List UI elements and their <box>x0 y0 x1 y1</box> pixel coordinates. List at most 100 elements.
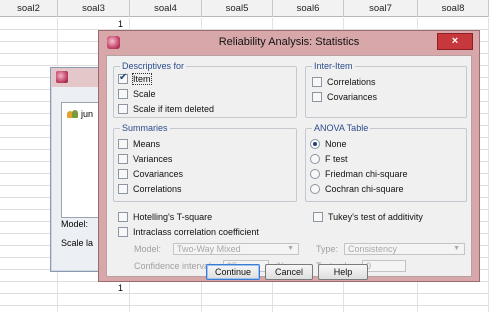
scale-label: Scale <box>133 89 156 99</box>
item-label: Item <box>132 73 152 85</box>
anova-cochran-option[interactable]: Cochran chi-square <box>310 183 404 195</box>
summaries-covariances-checkbox[interactable] <box>118 169 128 179</box>
column-header-soal3[interactable]: soal3 <box>58 0 130 17</box>
table-cell[interactable] <box>344 18 418 30</box>
summaries-covariances-option[interactable]: Covariances <box>118 168 183 180</box>
table-cell[interactable] <box>418 306 489 312</box>
dialog-titlebar[interactable]: Reliability Analysis: Statistics × <box>99 31 479 54</box>
summaries-correlations-checkbox[interactable] <box>118 184 128 194</box>
close-button[interactable]: × <box>437 33 473 50</box>
descriptives-title: Descriptives for <box>120 61 187 72</box>
table-row <box>0 294 489 306</box>
scale-variable-icon <box>67 109 78 119</box>
type-dropdown[interactable]: Consistency ▼ <box>344 243 465 255</box>
scale-label: Scale la <box>61 238 94 248</box>
test-value-input[interactable]: 0 <box>362 260 406 272</box>
scale-if-item-deleted-checkbox[interactable] <box>118 104 128 114</box>
column-header-soal8[interactable]: soal8 <box>418 0 489 17</box>
table-cell[interactable] <box>0 18 58 30</box>
inter-item-correlations-checkbox[interactable] <box>312 77 322 87</box>
inter-item-correlations-option[interactable]: Correlations <box>312 76 376 88</box>
column-header-soal6[interactable]: soal6 <box>273 0 344 17</box>
table-cell[interactable] <box>418 18 489 30</box>
tukey-label: Tukey's test of additivity <box>328 212 423 222</box>
anova-table-title: ANOVA Table <box>312 123 371 134</box>
statistics-dialog: Reliability Analysis: Statistics × Descr… <box>98 30 480 282</box>
table-cell[interactable] <box>344 282 418 294</box>
column-header-soal4[interactable]: soal4 <box>130 0 202 17</box>
model-label: Model: <box>134 244 162 254</box>
item-checkbox[interactable] <box>118 72 128 84</box>
spss-logo-icon <box>56 71 68 83</box>
help-button[interactable]: Help <box>318 264 368 280</box>
table-cell[interactable] <box>0 294 58 306</box>
table-cell[interactable] <box>273 294 344 306</box>
anova-none-option[interactable]: None <box>310 138 347 150</box>
anova-f-test-radio[interactable] <box>310 154 320 164</box>
table-cell[interactable] <box>130 294 202 306</box>
table-cell[interactable] <box>273 282 344 294</box>
table-cell[interactable] <box>0 30 58 42</box>
means-option[interactable]: Means <box>118 138 160 150</box>
anova-friedman-label: Friedman chi-square <box>325 169 408 179</box>
scale-option[interactable]: Scale <box>118 88 156 100</box>
column-header-soal5[interactable]: soal5 <box>202 0 273 17</box>
table-cell[interactable] <box>418 294 489 306</box>
anova-none-label: None <box>325 139 347 149</box>
table-cell[interactable] <box>202 306 273 312</box>
table-cell[interactable] <box>0 54 58 66</box>
table-row: 1 <box>0 282 489 294</box>
inter-item-covariances-checkbox[interactable] <box>312 92 322 102</box>
table-cell[interactable]: 1 <box>58 18 130 30</box>
table-cell[interactable] <box>58 294 130 306</box>
table-cell[interactable] <box>130 306 202 312</box>
tukey-checkbox[interactable] <box>313 212 323 222</box>
column-header-soal7[interactable]: soal7 <box>344 0 418 17</box>
means-checkbox[interactable] <box>118 139 128 149</box>
table-cell[interactable] <box>58 306 130 312</box>
table-cell[interactable]: 1 <box>58 282 130 294</box>
anova-none-radio[interactable] <box>310 139 320 149</box>
cancel-button[interactable]: Cancel <box>265 264 313 280</box>
item-option[interactable]: Item <box>118 72 152 85</box>
table-row <box>0 306 489 312</box>
continue-button[interactable]: Continue <box>206 264 260 280</box>
anova-friedman-radio[interactable] <box>310 169 320 179</box>
scale-checkbox[interactable] <box>118 89 128 99</box>
chevron-down-icon: ▼ <box>287 245 294 252</box>
model-dropdown[interactable]: Two-Way Mixed ▼ <box>173 243 299 255</box>
tukey-option[interactable]: Tukey's test of additivity <box>313 211 423 223</box>
anova-f-test-label: F test <box>325 154 348 164</box>
table-cell[interactable] <box>130 282 202 294</box>
scale-if-item-deleted-label: Scale if item deleted <box>133 104 215 114</box>
anova-cochran-radio[interactable] <box>310 184 320 194</box>
summaries-covariances-label: Covariances <box>133 169 184 179</box>
inter-item-covariances-option[interactable]: Covariances <box>312 91 377 103</box>
list-item[interactable]: jun <box>67 109 93 119</box>
scale-if-item-deleted-option[interactable]: Scale if item deleted <box>118 103 214 115</box>
hotellings-checkbox[interactable] <box>118 212 128 222</box>
table-cell[interactable] <box>130 18 202 30</box>
variances-option[interactable]: Variances <box>118 153 172 165</box>
anova-friedman-option[interactable]: Friedman chi-square <box>310 168 408 180</box>
table-cell[interactable] <box>273 18 344 30</box>
table-cell[interactable] <box>344 294 418 306</box>
table-cell[interactable] <box>273 306 344 312</box>
table-cell[interactable] <box>0 282 58 294</box>
table-cell[interactable] <box>202 18 273 30</box>
table-cell[interactable] <box>0 42 58 54</box>
table-cell[interactable] <box>202 294 273 306</box>
table-cell[interactable] <box>0 306 58 312</box>
anova-f-test-option[interactable]: F test <box>310 153 348 165</box>
table-cell[interactable] <box>418 282 489 294</box>
column-header-soal2[interactable]: soal2 <box>0 0 58 17</box>
hotellings-option[interactable]: Hotelling's T-square <box>118 211 212 223</box>
table-cell[interactable] <box>202 282 273 294</box>
chevron-down-icon: ▼ <box>453 245 460 252</box>
intraclass-option[interactable]: Intraclass correlation coefficient <box>118 226 259 238</box>
table-row: 1 <box>0 18 489 30</box>
summaries-correlations-option[interactable]: Correlations <box>118 183 182 195</box>
table-cell[interactable] <box>344 306 418 312</box>
variances-checkbox[interactable] <box>118 154 128 164</box>
intraclass-checkbox[interactable] <box>118 227 128 237</box>
